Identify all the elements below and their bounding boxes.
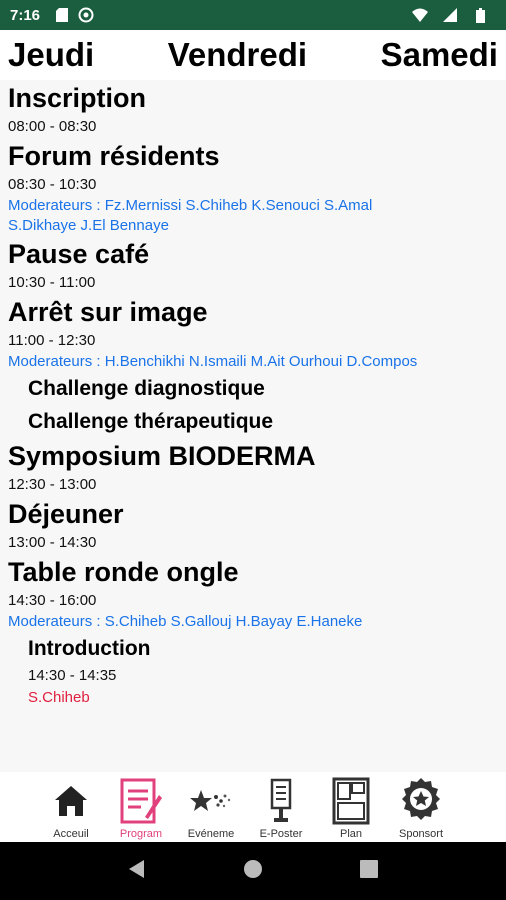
subsession-speaker: S.Chiheb xyxy=(28,689,90,706)
recents-icon[interactable] xyxy=(359,859,378,883)
session-time: 08:30 - 10:30 xyxy=(8,176,97,193)
session-moderators: Moderateurs : S.Chiheb S.Gallouj H.Bayay… xyxy=(8,613,363,630)
program-icon xyxy=(119,776,163,826)
subsession-time: 14:30 - 14:35 xyxy=(28,667,117,684)
session-moderators: S.Dikhaye J.El Bennaye xyxy=(8,217,169,234)
session-title: Déjeuner xyxy=(8,499,124,529)
session-item[interactable]: Symposium BIODERMA 12:30 - 13:00 xyxy=(0,438,506,496)
nav-label: Evéneme xyxy=(187,828,235,840)
tab-samedi[interactable]: Samedi xyxy=(381,36,498,74)
session-title: Forum résidents xyxy=(8,141,220,171)
nav-program[interactable]: Program xyxy=(106,772,176,842)
bottom-navigation: Acceuil Program Evéneme E-Poster Plan Sp… xyxy=(0,772,506,842)
session-time: 14:30 - 16:00 xyxy=(8,592,97,609)
tab-jeudi[interactable]: Jeudi xyxy=(8,36,94,74)
session-time: 10:30 - 11:00 xyxy=(8,274,96,291)
status-time: 7:16 xyxy=(10,6,41,24)
nav-label: Plan xyxy=(339,828,363,840)
session-moderators: Moderateurs : Fz.Mernissi S.Chiheb K.Sen… xyxy=(8,197,373,214)
session-title: Inscription xyxy=(8,83,147,113)
session-title: Arrêt sur image xyxy=(8,297,208,327)
session-time: 13:00 - 14:30 xyxy=(8,534,97,551)
home-icon xyxy=(49,776,93,826)
system-navigation-bar xyxy=(0,842,506,900)
session-item[interactable]: Table ronde ongle 14:30 - 16:00 Moderate… xyxy=(0,554,506,709)
session-time: 11:00 - 12:30 xyxy=(8,332,96,349)
signal-icon xyxy=(442,7,458,23)
tab-vendredi[interactable]: Vendredi xyxy=(168,36,307,74)
plan-icon xyxy=(329,776,373,826)
session-time: 12:30 - 13:00 xyxy=(8,476,97,493)
nav-plan[interactable]: Plan xyxy=(316,772,386,842)
sponsor-icon xyxy=(399,776,443,826)
nav-label: Acceuil xyxy=(53,828,89,840)
eposter-icon xyxy=(259,776,303,826)
wifi-icon xyxy=(412,7,428,23)
nav-eposter[interactable]: E-Poster xyxy=(246,772,316,842)
battery-icon xyxy=(472,7,488,23)
back-icon[interactable] xyxy=(128,859,146,884)
session-title: Symposium BIODERMA xyxy=(8,441,316,471)
session-moderators: Moderateurs : H.Benchikhi N.Ismaili M.Ai… xyxy=(8,353,418,370)
nav-label: Sponsort xyxy=(398,828,444,840)
nav-sponsort[interactable]: Sponsort xyxy=(386,772,456,842)
session-item[interactable]: Inscription 08:00 - 08:30 xyxy=(0,80,506,138)
subsession-title[interactable]: Introduction xyxy=(28,632,498,665)
subsession-title[interactable]: Challenge thérapeutique xyxy=(28,405,498,438)
nav-label: E-Poster xyxy=(259,828,303,840)
subsession-title[interactable]: Challenge diagnostique xyxy=(28,372,498,405)
sd-card-icon xyxy=(54,7,70,23)
program-list[interactable]: Inscription 08:00 - 08:30 Forum résident… xyxy=(0,80,506,772)
session-item[interactable]: Déjeuner 13:00 - 14:30 xyxy=(0,496,506,554)
events-icon xyxy=(189,776,233,826)
session-title: Pause café xyxy=(8,239,150,269)
nav-acceuil[interactable]: Acceuil xyxy=(36,772,106,842)
day-tabs: Jeudi Vendredi Samedi xyxy=(0,30,506,80)
sync-icon xyxy=(78,7,94,23)
session-time: 08:00 - 08:30 xyxy=(8,118,97,135)
session-title: Table ronde ongle xyxy=(8,557,239,587)
session-item[interactable]: Arrêt sur image 11:00 - 12:30 Moderateur… xyxy=(0,294,506,438)
session-item[interactable]: Pause café 10:30 - 11:00 xyxy=(0,236,506,294)
home-circle-icon[interactable] xyxy=(243,859,263,884)
nav-evenements[interactable]: Evéneme xyxy=(176,772,246,842)
session-item[interactable]: Forum résidents 08:30 - 10:30 Moderateur… xyxy=(0,138,506,236)
nav-label: Program xyxy=(119,828,163,840)
status-bar: 7:16 xyxy=(0,0,506,30)
